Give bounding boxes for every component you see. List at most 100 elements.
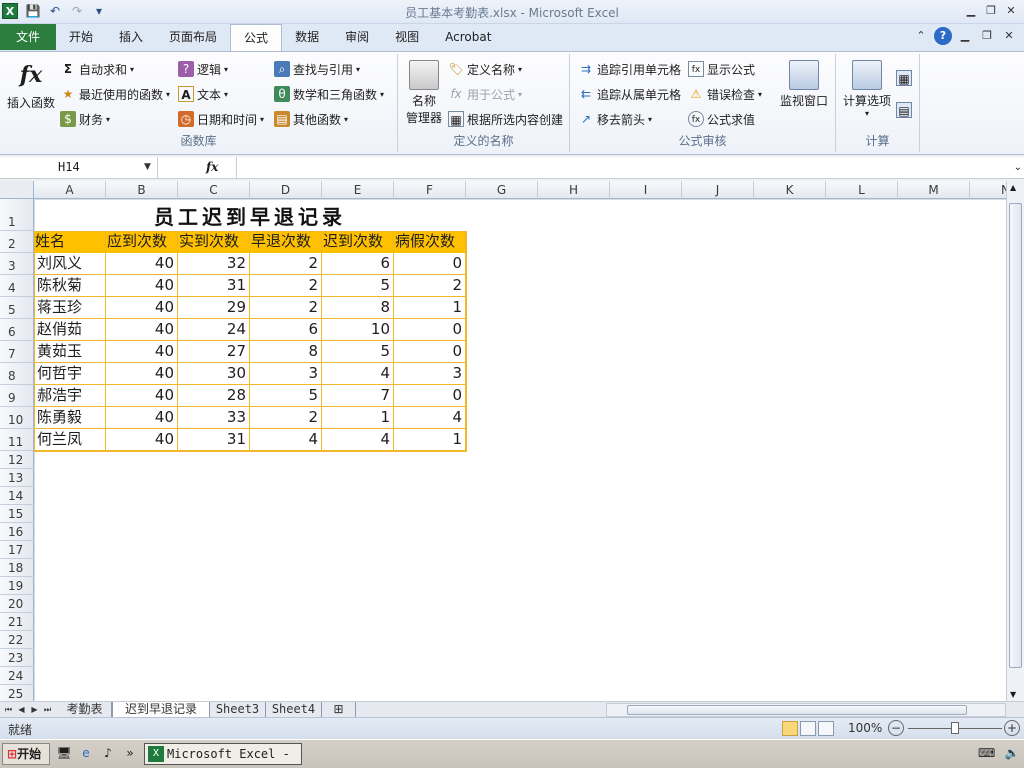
media-player-icon[interactable]: ♪ — [100, 745, 116, 761]
row-header[interactable]: 14 — [0, 487, 34, 505]
column-header[interactable]: D — [250, 181, 322, 199]
column-header[interactable]: G — [466, 181, 538, 199]
desktop-icon[interactable]: 🖥 — [56, 745, 72, 761]
row-header[interactable]: 11 — [0, 429, 34, 451]
row-header[interactable]: 13 — [0, 469, 34, 487]
remove-arrows-button[interactable]: ↗ 移去箭头 ▾ — [578, 109, 652, 129]
calc-sheet-button[interactable]: ▤ — [896, 100, 912, 120]
sheet-tab-sheet3[interactable]: Sheet3 — [210, 702, 266, 718]
last-sheet-icon[interactable]: ⏭ — [41, 702, 54, 717]
column-header[interactable]: I — [610, 181, 682, 199]
trace-dependents-button[interactable]: ⇇ 追踪从属单元格 — [578, 84, 681, 104]
column-header[interactable]: K — [754, 181, 826, 199]
more-quicklaunch-icon[interactable]: » — [122, 745, 138, 761]
show-formulas-button[interactable]: fx 显示公式 — [688, 59, 755, 79]
tab-file[interactable]: 文件 — [0, 24, 56, 50]
row-header[interactable]: 6 — [0, 319, 34, 341]
prev-sheet-icon[interactable]: ◀ — [15, 702, 28, 717]
sheet-tab-attendance[interactable]: 考勤表 — [58, 702, 112, 718]
row-header[interactable]: 21 — [0, 613, 34, 631]
horizontal-scroll-thumb[interactable] — [627, 705, 967, 715]
zoom-level[interactable]: 100% — [848, 721, 882, 735]
row-header[interactable]: 7 — [0, 341, 34, 363]
close-icon[interactable]: ✕ — [1002, 2, 1020, 20]
row-header[interactable]: 18 — [0, 559, 34, 577]
calc-options-button[interactable]: 计算选项 ▾ — [840, 60, 894, 118]
ie-icon[interactable]: e — [78, 745, 94, 761]
next-sheet-icon[interactable]: ▶ — [28, 702, 41, 717]
row-header[interactable]: 20 — [0, 595, 34, 613]
name-manager-button[interactable]: 名称 管理器 — [402, 60, 446, 126]
tab-insert[interactable]: 插入 — [106, 24, 156, 50]
column-header[interactable]: N — [970, 181, 1006, 199]
row-header[interactable]: 24 — [0, 667, 34, 685]
row-header[interactable]: 9 — [0, 385, 34, 407]
column-header[interactable]: L — [826, 181, 898, 199]
formula-input[interactable] — [236, 157, 1010, 178]
vertical-scrollbar[interactable]: ▲ ▼ — [1006, 181, 1024, 701]
row-header[interactable]: 3 — [0, 253, 34, 275]
recent-functions-button[interactable]: ★ 最近使用的函数 ▾ — [60, 84, 170, 104]
page-layout-view-icon[interactable] — [800, 721, 816, 736]
vertical-scroll-thumb[interactable] — [1009, 203, 1022, 668]
use-in-formula-button[interactable]: fx 用于公式 ▾ — [448, 84, 522, 104]
trace-precedents-button[interactable]: ⇉ 追踪引用单元格 — [578, 59, 681, 79]
math-button[interactable]: θ 数学和三角函数 ▾ — [274, 84, 384, 104]
insert-function-button[interactable]: fx 插入函数 — [4, 60, 58, 111]
volume-icon[interactable]: 🔈 — [1004, 745, 1020, 761]
sheet-tab-late-early[interactable]: 迟到早退记录 — [112, 702, 210, 718]
insert-sheet-icon[interactable]: ⊞ — [322, 702, 356, 718]
row-header[interactable]: 23 — [0, 649, 34, 667]
row-header[interactable]: 8 — [0, 363, 34, 385]
tab-acrobat[interactable]: Acrobat — [432, 24, 504, 50]
column-header[interactable]: A — [34, 181, 106, 199]
row-header[interactable]: 19 — [0, 577, 34, 595]
column-header[interactable]: E — [322, 181, 394, 199]
workbook-restore-icon[interactable]: ❐ — [978, 27, 996, 45]
keyboard-icon[interactable]: ⌨ — [978, 745, 995, 761]
zoom-slider-knob[interactable] — [951, 722, 959, 734]
row-header[interactable]: 2 — [0, 231, 34, 253]
start-button[interactable]: ⊞开始 — [2, 743, 50, 765]
tab-review[interactable]: 审阅 — [332, 24, 382, 50]
select-all-corner[interactable] — [0, 181, 34, 199]
tab-data[interactable]: 数据 — [282, 24, 332, 50]
column-header[interactable]: F — [394, 181, 466, 199]
row-header[interactable]: 12 — [0, 451, 34, 469]
column-header[interactable]: C — [178, 181, 250, 199]
row-header[interactable]: 22 — [0, 631, 34, 649]
tab-page-layout[interactable]: 页面布局 — [156, 24, 230, 50]
scroll-up-icon[interactable]: ▲ — [1010, 183, 1016, 192]
workbook-minimize-icon[interactable]: ▁ — [956, 27, 974, 45]
financial-button[interactable]: $ 财务 ▾ — [60, 109, 110, 129]
help-icon[interactable]: ? — [934, 27, 952, 45]
row-header[interactable]: 1 — [0, 199, 34, 231]
column-header[interactable]: J — [682, 181, 754, 199]
workbook-close-icon[interactable]: ✕ — [1000, 27, 1018, 45]
tab-view[interactable]: 视图 — [382, 24, 432, 50]
column-header[interactable]: B — [106, 181, 178, 199]
logical-button[interactable]: ? 逻辑 ▾ — [178, 59, 228, 79]
name-box-dropdown-icon[interactable]: ▼ — [144, 157, 151, 178]
sheet-title[interactable]: 员工迟到早退记录 — [34, 199, 466, 231]
horizontal-scrollbar[interactable] — [606, 703, 1006, 717]
minimize-icon[interactable]: ▁ — [962, 2, 980, 20]
datetime-button[interactable]: ◷ 日期和时间 ▾ — [178, 109, 264, 129]
row-header[interactable]: 5 — [0, 297, 34, 319]
name-box[interactable]: H14 — [0, 157, 158, 178]
calc-now-button[interactable]: ▦ — [896, 68, 912, 88]
lookup-button[interactable]: ⌕ 查找与引用 ▾ — [274, 59, 360, 79]
tab-formulas[interactable]: 公式 — [230, 24, 283, 52]
column-header[interactable]: M — [898, 181, 970, 199]
zoom-out-icon[interactable]: − — [888, 720, 904, 736]
autosum-button[interactable]: Σ 自动求和 ▾ — [60, 59, 134, 79]
taskbar-excel-item[interactable]: X Microsoft Excel - ... — [144, 743, 302, 768]
evaluate-formula-button[interactable]: fx 公式求值 — [688, 109, 755, 129]
more-functions-button[interactable]: ▤ 其他函数 ▾ — [274, 109, 348, 129]
page-break-view-icon[interactable] — [818, 721, 834, 736]
define-name-button[interactable]: 🏷 定义名称 ▾ — [448, 59, 522, 79]
normal-view-icon[interactable] — [782, 721, 798, 736]
row-header[interactable]: 17 — [0, 541, 34, 559]
row-header[interactable]: 10 — [0, 407, 34, 429]
sheet-tab-sheet4[interactable]: Sheet4 — [266, 702, 322, 718]
